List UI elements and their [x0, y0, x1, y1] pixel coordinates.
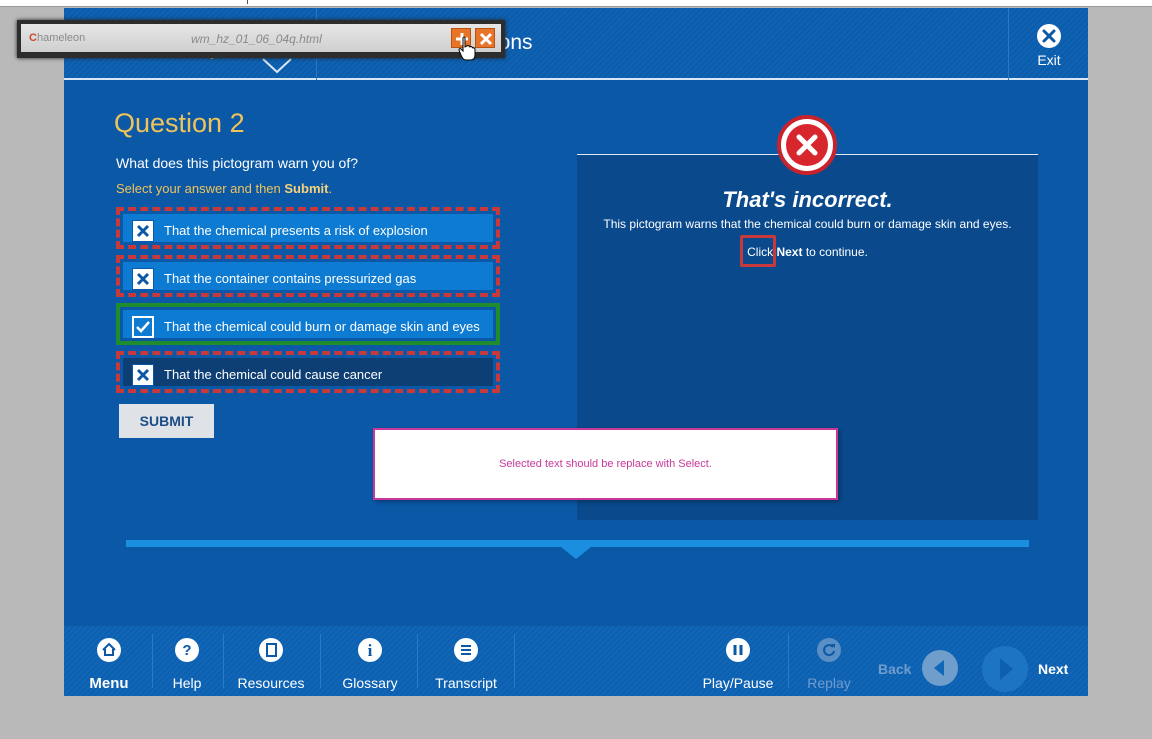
nav-separator	[514, 634, 515, 688]
answer-option-3[interactable]: That the chemical could burn or damage s…	[116, 303, 500, 345]
help-button[interactable]: ? Help	[161, 626, 213, 696]
replay-button[interactable]: Replay	[798, 626, 860, 696]
pause-icon	[726, 638, 750, 662]
nav-separator	[320, 634, 321, 688]
answer-option-2[interactable]: That the container contains pressurized …	[116, 255, 500, 297]
header-notch	[262, 58, 292, 74]
transcript-button[interactable]: Transcript	[426, 626, 506, 696]
svg-text:?: ?	[182, 642, 191, 659]
top-edge-tick	[247, 0, 248, 4]
info-icon: i	[358, 638, 382, 662]
menu-button[interactable]: Menu	[82, 626, 136, 696]
document-icon	[259, 638, 283, 662]
nav-separator	[223, 634, 224, 688]
feedback-title: That's incorrect.	[722, 187, 893, 212]
feedback-instruction: Click Next to continue.	[577, 245, 1038, 259]
resources-button[interactable]: Resources	[232, 626, 310, 696]
continue-text: to continue.	[802, 245, 868, 259]
x-mark-icon	[132, 364, 154, 386]
menu-label: Menu	[89, 675, 129, 692]
nav-separator	[152, 634, 153, 688]
progress-bar	[126, 540, 1029, 559]
home-icon	[97, 638, 121, 662]
transcript-label: Transcript	[435, 675, 497, 691]
next-word: Next	[776, 245, 803, 259]
toolbar-panel: Chameleon wm_hz_01_06_04q.html	[21, 24, 501, 52]
incorrect-icon	[777, 115, 837, 175]
submit-button[interactable]: SUBMIT	[119, 404, 214, 438]
help-label: Help	[172, 675, 202, 691]
option-label: That the chemical presents a risk of exp…	[164, 223, 428, 238]
exit-label: Exit	[1037, 52, 1061, 68]
arrow-right-icon	[1000, 658, 1013, 680]
option-background: That the chemical could cause cancer	[123, 358, 493, 386]
close-toolbar-button[interactable]	[475, 28, 495, 48]
close-icon	[479, 32, 493, 46]
play-pause-button[interactable]: Play/Pause	[698, 626, 778, 696]
next-button[interactable]	[982, 646, 1028, 692]
question-title: Question 2	[114, 108, 245, 138]
question-instruction: Select your answer and then Submit.	[116, 181, 332, 196]
glossary-label: Glossary	[342, 675, 398, 691]
review-note-text: Selected text should be replace with Sel…	[499, 458, 712, 470]
browser-top-edge	[0, 0, 1152, 7]
bottom-navigation: Menu ? Help Resources i Glossary Transcr…	[64, 626, 1088, 696]
logo-initial: C	[29, 32, 37, 44]
svg-text:i: i	[368, 641, 373, 660]
x-mark-icon	[132, 220, 154, 242]
question-text: What does this pictogram warn you of?	[116, 155, 359, 171]
answer-option-1[interactable]: That the chemical presents a risk of exp…	[116, 207, 500, 249]
instruction-text: Select your answer and then	[116, 181, 285, 196]
option-label: That the container contains pressurized …	[164, 271, 417, 286]
logo-text: hameleon	[36, 32, 86, 44]
answer-option-4[interactable]: That the chemical could cause cancer	[116, 351, 500, 393]
option-label: That the chemical could burn or damage s…	[164, 319, 480, 334]
back-label: Back	[878, 661, 912, 677]
click-text: Click	[747, 245, 777, 259]
next-label[interactable]: Next	[1038, 661, 1068, 677]
instruction-submit-word: Submit	[284, 181, 329, 196]
glossary-button[interactable]: i Glossary	[330, 626, 410, 696]
play-pause-label: Play/Pause	[702, 675, 774, 691]
file-name: wm_hz_01_06_04q.html	[191, 32, 322, 46]
chameleon-logo: Chameleon	[29, 32, 85, 44]
hand-cursor-icon	[458, 36, 476, 61]
arrow-left-icon	[934, 660, 944, 676]
replay-icon	[817, 638, 841, 662]
option-background: That the chemical could burn or damage s…	[123, 310, 493, 338]
x-mark-icon	[132, 268, 154, 290]
nav-separator	[417, 634, 418, 688]
incorrect-icon-fill	[786, 124, 828, 166]
option-background: That the container contains pressurized …	[123, 262, 493, 290]
option-label: That the chemical could cause cancer	[164, 367, 383, 382]
review-note[interactable]: Selected text should be replace with Sel…	[373, 428, 838, 500]
instruction-period: .	[328, 181, 333, 196]
nav-separator	[788, 634, 789, 688]
close-icon	[1037, 24, 1061, 48]
chameleon-toolbar: Chameleon wm_hz_01_06_04q.html	[17, 20, 505, 58]
list-icon	[454, 638, 478, 662]
back-button[interactable]	[922, 650, 958, 686]
checkmark-icon	[132, 316, 154, 338]
help-icon: ?	[175, 638, 199, 662]
course-frame: cations Exit Question 2 What does this p…	[64, 8, 1088, 696]
exit-button[interactable]: Exit	[1008, 8, 1088, 80]
replay-label: Replay	[807, 675, 851, 691]
feedback-body: This pictogram warns that the chemical c…	[603, 217, 1012, 231]
progress-pointer	[561, 547, 591, 559]
option-background: That the chemical presents a risk of exp…	[123, 214, 493, 242]
resources-label: Resources	[237, 675, 305, 691]
